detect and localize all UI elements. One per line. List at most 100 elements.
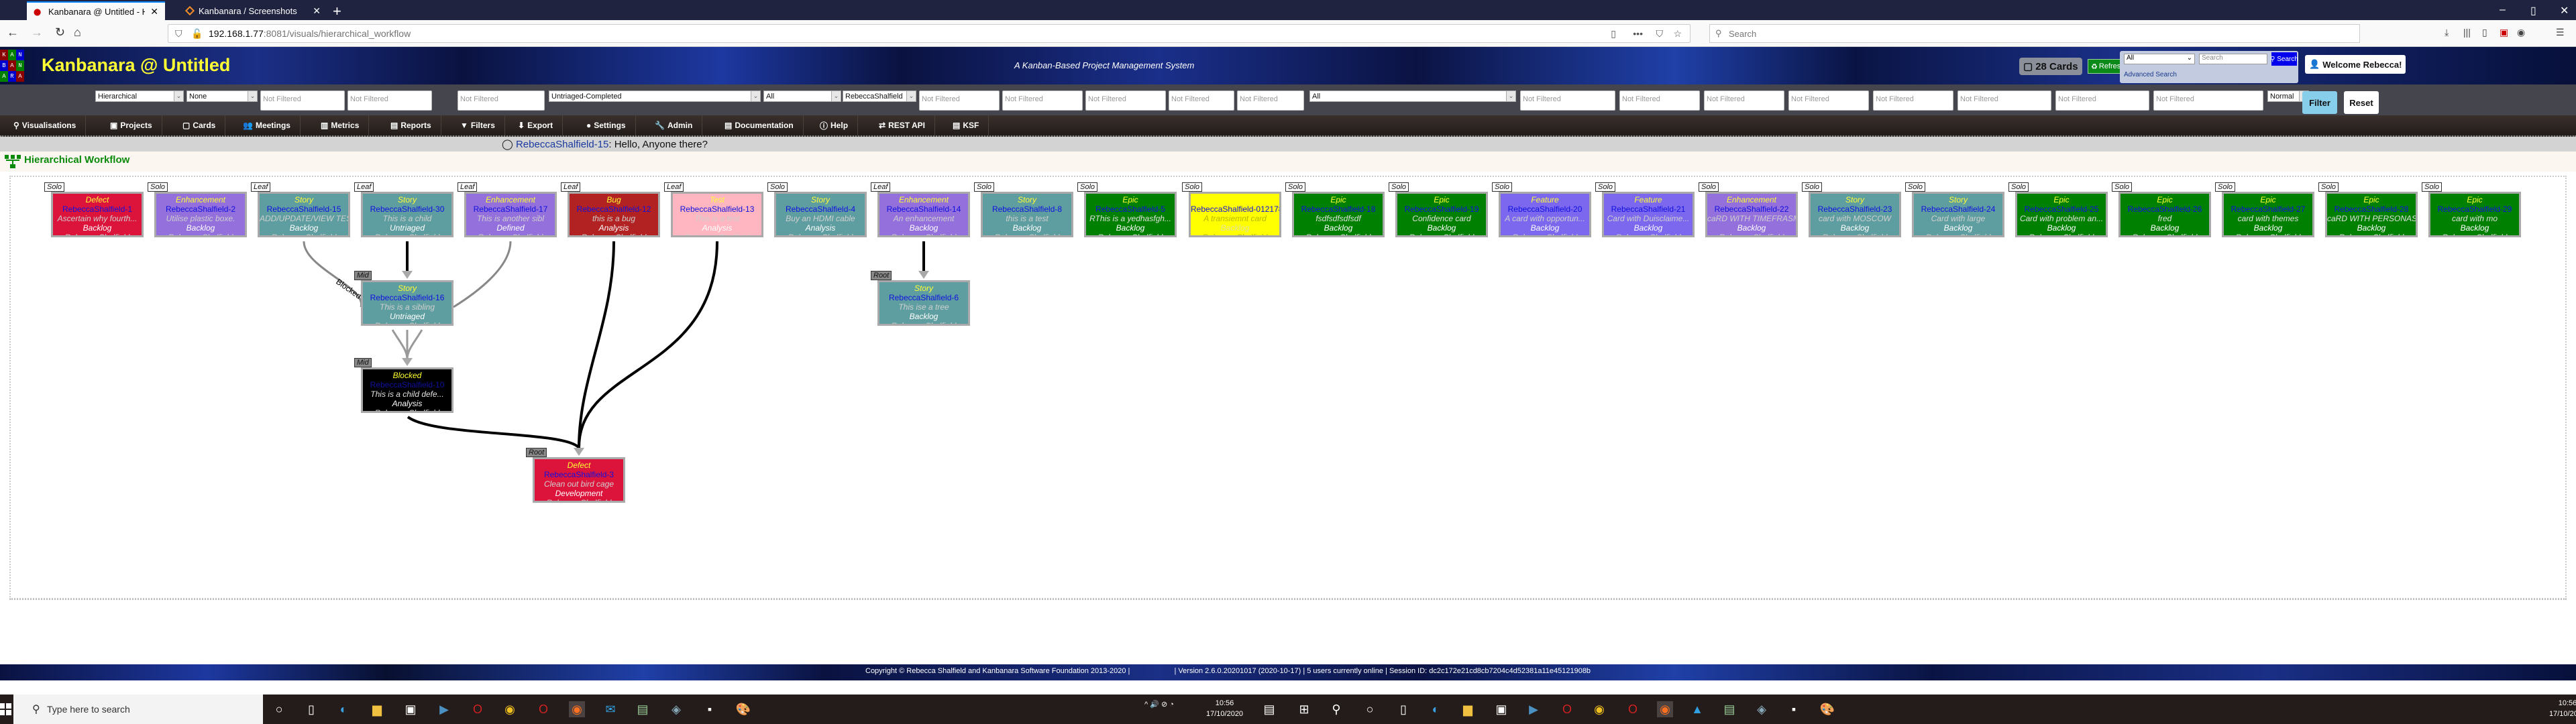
- reset-button[interactable]: Reset: [2344, 91, 2379, 114]
- firefox-icon[interactable]: ◉: [569, 701, 585, 717]
- maximize-button[interactable]: ▯: [2530, 4, 2536, 17]
- card[interactable]: Feature RebeccaShalfield-21 Card with Duis…: [1602, 192, 1695, 237]
- search-scope-select[interactable]: All ⌄: [2124, 54, 2195, 64]
- filter-input[interactable]: Not Filtered: [1169, 90, 1234, 111]
- card[interactable]: RebeccaShalfield-012178bc412a46a582f9A t…: [1189, 192, 1281, 237]
- eye-app-icon[interactable]: ◈: [668, 701, 684, 717]
- type-select[interactable]: All ⌄: [763, 90, 841, 102]
- opera-icon-2[interactable]: O: [1559, 701, 1575, 717]
- opera-gx-icon-2[interactable]: O: [1625, 701, 1641, 717]
- terminal-icon-2[interactable]: ▪: [1786, 701, 1802, 717]
- user-select[interactable]: RebeccaShalfield ⌄: [843, 90, 916, 102]
- opera-gx-icon[interactable]: O: [535, 701, 551, 717]
- search-icon-2[interactable]: ⚲: [1328, 701, 1344, 717]
- media-player-icon-2[interactable]: ▶: [1525, 701, 1542, 717]
- welcome-user-button[interactable]: 👤 Welcome Rebecca!: [2305, 55, 2406, 74]
- reader-view-icon[interactable]: ▯: [1611, 28, 1616, 40]
- card[interactable]: Enhancement RebeccaShalfield-22 caRD WITH …: [1705, 192, 1798, 237]
- search-button[interactable]: ⚲ Search: [2270, 52, 2298, 66]
- home-button[interactable]: ⌂: [74, 25, 81, 40]
- filter-input[interactable]: Not Filtered: [1085, 90, 1166, 111]
- library-icon[interactable]: |||: [2463, 27, 2471, 38]
- menu-item-reports[interactable]: ▤ Reports: [381, 115, 441, 135]
- store-icon[interactable]: ▣: [402, 701, 419, 717]
- minimize-button[interactable]: –: [2500, 4, 2506, 16]
- card[interactable]: Story RebeccaShalfield-23 card with MOSCOW…: [1809, 192, 1901, 237]
- card[interactable]: Enhancement RebeccaShalfield-17 This is an…: [464, 192, 557, 237]
- url-bar[interactable]: ⛉ 🔓 192.168.1.77:8081/visuals/hierarchic…: [168, 24, 1690, 43]
- filter-input[interactable]: Not Filtered: [919, 90, 1000, 111]
- filter-input[interactable]: Not Filtered: [1788, 90, 1869, 111]
- grouping-select[interactable]: None ⌄: [186, 90, 258, 102]
- card[interactable]: Story RebeccaShalfield-8 this is a test Bac…: [981, 192, 1073, 237]
- chat-message[interactable]: ◯ RebeccaShalfield-15: Hello, Anyone the…: [502, 138, 708, 150]
- file-explorer-icon[interactable]: ▆: [369, 701, 385, 717]
- notepad-icon[interactable]: ▤: [635, 701, 651, 717]
- reload-button[interactable]: ↻: [55, 25, 65, 40]
- paint-icon[interactable]: 🎨: [735, 701, 751, 717]
- windows-start-icon[interactable]: [0, 703, 12, 716]
- card[interactable]: Story RebeccaShalfield-30 This is a child U…: [361, 192, 453, 237]
- menu-item-rest-api[interactable]: ⇄ REST API: [869, 115, 935, 135]
- notepad-icon-2[interactable]: ▤: [1721, 701, 1737, 717]
- menu-item-meetings[interactable]: 👥 Meetings: [233, 115, 301, 135]
- card[interactable]: Epic RebeccaShalfield-26 fred Backlog Rebecc…: [2118, 192, 2211, 237]
- filter-input[interactable]: Not Filtered: [260, 90, 345, 111]
- filter-input[interactable]: Not Filtered: [347, 90, 432, 111]
- file-explorer-icon-2[interactable]: ▆: [1460, 701, 1476, 717]
- filter-input[interactable]: Not Filtered: [1237, 90, 1304, 111]
- card[interactable]: Enhancement RebeccaShalfield-2 Utilise pla…: [154, 192, 247, 237]
- filter-input[interactable]: Not Filtered: [1002, 90, 1083, 111]
- paint-icon-2[interactable]: 🎨: [1819, 701, 1835, 717]
- store-icon-2[interactable]: ▣: [1493, 701, 1509, 717]
- taskbar-clock[interactable]: 10:56 17/10/2020: [1206, 698, 1243, 719]
- forward-button[interactable]: →: [31, 25, 43, 40]
- browser-search-bar[interactable]: ⚲ Search: [1709, 24, 2360, 43]
- card[interactable]: Enhancement RebeccaShalfield-14 An enhance…: [877, 192, 970, 237]
- menu-item-metrics[interactable]: ▥ Metrics: [311, 115, 370, 135]
- close-icon[interactable]: ✕: [150, 6, 158, 17]
- card[interactable]: Epic RebeccaShalfield-19 Confidence card Ba…: [1395, 192, 1488, 237]
- close-window-button[interactable]: ✕: [2560, 4, 2569, 17]
- more-actions-icon[interactable]: •••: [1633, 28, 1643, 39]
- menu-item-help[interactable]: ⓘ Help: [810, 115, 859, 135]
- tab-kanbanara-screenshots[interactable]: Kanbanara / Screenshots ✕: [180, 1, 327, 20]
- filter-button[interactable]: Filter: [2302, 91, 2337, 114]
- chrome-icon-2[interactable]: ◉: [1591, 701, 1607, 717]
- card[interactable]: Epic RebeccaShalfield-29 card with mo Backl…: [2428, 192, 2521, 237]
- visual-select[interactable]: Hierarchical ⌄: [95, 90, 184, 102]
- card[interactable]: Blocked RebeccaShalfield-10 This is a chil…: [361, 367, 453, 413]
- filter-input[interactable]: Not Filtered: [1957, 90, 2051, 111]
- card[interactable]: Bug RebeccaShalfield-12 this is a bug Analy…: [568, 192, 660, 237]
- card[interactable]: Epic RebeccaShalfield-28 caRD WITH PERSONA…: [2325, 192, 2418, 237]
- card[interactable]: Story RebeccaShalfield-6 This ise a tree Ba…: [877, 280, 970, 326]
- filter-input[interactable]: Not Filtered: [458, 90, 545, 111]
- menu-item-visualisations[interactable]: ⚲ Visualisations: [4, 115, 87, 135]
- card[interactable]: Defect RebeccaShalfield-3 Clean out bird c…: [533, 457, 625, 503]
- task-view-icon-2[interactable]: ▯: [1395, 701, 1411, 717]
- edge-icon[interactable]: ◐: [335, 701, 352, 717]
- downloads-icon[interactable]: ⤓: [2445, 27, 2449, 38]
- eye-app-icon-2[interactable]: ◈: [1754, 701, 1770, 717]
- notifications-icon[interactable]: ▤: [1261, 701, 1277, 717]
- card[interactable]: Feature RebeccaShalfield-20 A card with op…: [1499, 192, 1591, 237]
- card[interactable]: Defect RebeccaShalfield-1 Ascertain why fo…: [51, 192, 144, 237]
- menu-item-export[interactable]: ⬇ Export: [508, 115, 564, 135]
- card[interactable]: Test RebeccaShalfield-13 This is a test Ana…: [671, 192, 763, 237]
- cortana-icon-2[interactable]: ○: [1362, 701, 1378, 717]
- cards-count-badge[interactable]: ▢ 28 Cards: [2019, 58, 2082, 75]
- advanced-search-link[interactable]: Advanced Search: [2124, 71, 2177, 78]
- filter-input[interactable]: Not Filtered: [1520, 90, 1615, 111]
- close-icon[interactable]: ✕: [313, 5, 321, 17]
- firefox-icon-2[interactable]: ◉: [1657, 701, 1673, 717]
- card[interactable]: Story RebeccaShalfield-16 This is a siblin…: [361, 280, 453, 326]
- sidebar-icon[interactable]: ▯: [2482, 27, 2487, 38]
- filter-input[interactable]: Not Filtered: [2153, 90, 2263, 111]
- card[interactable]: Story RebeccaShalfield-24 Card with large B…: [1912, 192, 2004, 237]
- menu-item-projects[interactable]: ▣ Projects: [101, 115, 162, 135]
- menu-icon[interactable]: ☰: [2556, 27, 2565, 38]
- pocket-icon[interactable]: ⛉: [1656, 28, 1664, 40]
- cortana-icon[interactable]: ○: [271, 701, 287, 717]
- card[interactable]: Epic RebeccaShalfield-18 fsdfsdfsdfsdf Back…: [1292, 192, 1385, 237]
- back-button[interactable]: ←: [7, 25, 19, 40]
